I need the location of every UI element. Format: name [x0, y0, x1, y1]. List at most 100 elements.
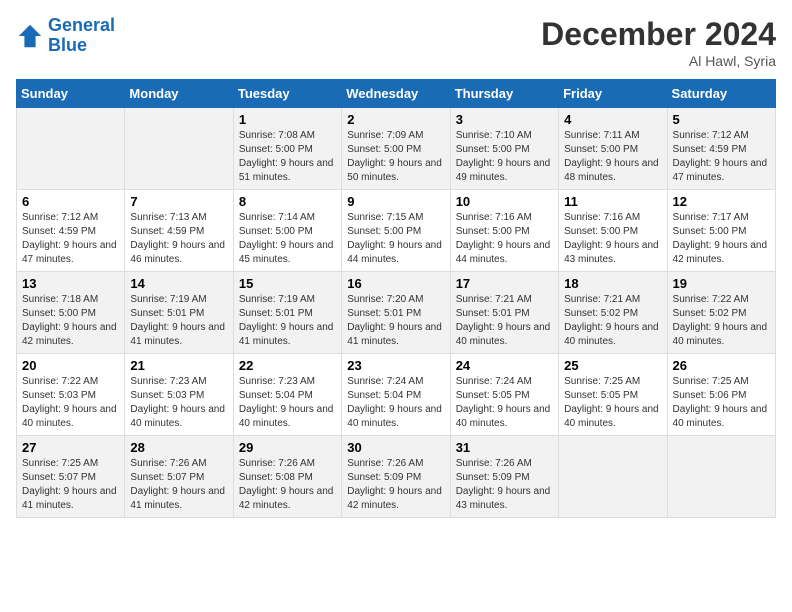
day-number: 31: [456, 440, 553, 455]
calendar-cell: 20 Sunrise: 7:22 AM Sunset: 5:03 PM Dayl…: [17, 354, 125, 436]
calendar-cell: [17, 108, 125, 190]
month-title: December 2024: [541, 16, 776, 53]
day-number: 3: [456, 112, 553, 127]
day-info: Sunrise: 7:26 AM Sunset: 5:07 PM Dayligh…: [130, 457, 227, 513]
day-number: 5: [673, 112, 770, 127]
calendar-cell: 6 Sunrise: 7:12 AM Sunset: 4:59 PM Dayli…: [17, 190, 125, 272]
day-info: Sunrise: 7:26 AM Sunset: 5:09 PM Dayligh…: [347, 457, 444, 513]
day-number: 1: [239, 112, 336, 127]
col-tuesday: Tuesday: [233, 80, 341, 108]
day-info: Sunrise: 7:16 AM Sunset: 5:00 PM Dayligh…: [564, 211, 661, 267]
day-info: Sunrise: 7:13 AM Sunset: 4:59 PM Dayligh…: [130, 211, 227, 267]
day-number: 17: [456, 276, 553, 291]
calendar-cell: 17 Sunrise: 7:21 AM Sunset: 5:01 PM Dayl…: [450, 272, 558, 354]
day-number: 26: [673, 358, 770, 373]
logo-general: General: [48, 15, 115, 35]
calendar-cell: 25 Sunrise: 7:25 AM Sunset: 5:05 PM Dayl…: [559, 354, 667, 436]
page-header: General Blue December 2024 Al Hawl, Syri…: [16, 16, 776, 69]
logo-icon: [16, 22, 44, 50]
col-saturday: Saturday: [667, 80, 775, 108]
day-number: 28: [130, 440, 227, 455]
day-number: 19: [673, 276, 770, 291]
header-row: Sunday Monday Tuesday Wednesday Thursday…: [17, 80, 776, 108]
col-sunday: Sunday: [17, 80, 125, 108]
day-number: 18: [564, 276, 661, 291]
day-number: 13: [22, 276, 119, 291]
day-info: Sunrise: 7:20 AM Sunset: 5:01 PM Dayligh…: [347, 293, 444, 349]
day-number: 24: [456, 358, 553, 373]
day-number: 2: [347, 112, 444, 127]
day-number: 21: [130, 358, 227, 373]
col-friday: Friday: [559, 80, 667, 108]
calendar-cell: 14 Sunrise: 7:19 AM Sunset: 5:01 PM Dayl…: [125, 272, 233, 354]
calendar-cell: 26 Sunrise: 7:25 AM Sunset: 5:06 PM Dayl…: [667, 354, 775, 436]
day-info: Sunrise: 7:08 AM Sunset: 5:00 PM Dayligh…: [239, 129, 336, 185]
logo: General Blue: [16, 16, 115, 56]
day-info: Sunrise: 7:16 AM Sunset: 5:00 PM Dayligh…: [456, 211, 553, 267]
calendar-week-1: 6 Sunrise: 7:12 AM Sunset: 4:59 PM Dayli…: [17, 190, 776, 272]
day-number: 15: [239, 276, 336, 291]
calendar-cell: 2 Sunrise: 7:09 AM Sunset: 5:00 PM Dayli…: [342, 108, 450, 190]
calendar-cell: 9 Sunrise: 7:15 AM Sunset: 5:00 PM Dayli…: [342, 190, 450, 272]
calendar-table: Sunday Monday Tuesday Wednesday Thursday…: [16, 79, 776, 518]
calendar-cell: 5 Sunrise: 7:12 AM Sunset: 4:59 PM Dayli…: [667, 108, 775, 190]
col-thursday: Thursday: [450, 80, 558, 108]
day-number: 4: [564, 112, 661, 127]
day-number: 12: [673, 194, 770, 209]
calendar-cell: 23 Sunrise: 7:24 AM Sunset: 5:04 PM Dayl…: [342, 354, 450, 436]
day-info: Sunrise: 7:25 AM Sunset: 5:07 PM Dayligh…: [22, 457, 119, 513]
day-number: 25: [564, 358, 661, 373]
calendar-cell: 21 Sunrise: 7:23 AM Sunset: 5:03 PM Dayl…: [125, 354, 233, 436]
day-info: Sunrise: 7:22 AM Sunset: 5:03 PM Dayligh…: [22, 375, 119, 431]
day-info: Sunrise: 7:23 AM Sunset: 5:03 PM Dayligh…: [130, 375, 227, 431]
day-info: Sunrise: 7:22 AM Sunset: 5:02 PM Dayligh…: [673, 293, 770, 349]
day-number: 10: [456, 194, 553, 209]
day-info: Sunrise: 7:26 AM Sunset: 5:09 PM Dayligh…: [456, 457, 553, 513]
day-number: 11: [564, 194, 661, 209]
calendar-week-3: 20 Sunrise: 7:22 AM Sunset: 5:03 PM Dayl…: [17, 354, 776, 436]
day-info: Sunrise: 7:26 AM Sunset: 5:08 PM Dayligh…: [239, 457, 336, 513]
day-info: Sunrise: 7:25 AM Sunset: 5:05 PM Dayligh…: [564, 375, 661, 431]
calendar-cell: 11 Sunrise: 7:16 AM Sunset: 5:00 PM Dayl…: [559, 190, 667, 272]
day-info: Sunrise: 7:24 AM Sunset: 5:05 PM Dayligh…: [456, 375, 553, 431]
calendar-cell: 24 Sunrise: 7:24 AM Sunset: 5:05 PM Dayl…: [450, 354, 558, 436]
day-number: 9: [347, 194, 444, 209]
calendar-cell: 8 Sunrise: 7:14 AM Sunset: 5:00 PM Dayli…: [233, 190, 341, 272]
calendar-cell: [559, 436, 667, 518]
calendar-cell: 1 Sunrise: 7:08 AM Sunset: 5:00 PM Dayli…: [233, 108, 341, 190]
day-info: Sunrise: 7:23 AM Sunset: 5:04 PM Dayligh…: [239, 375, 336, 431]
calendar-cell: [667, 436, 775, 518]
day-info: Sunrise: 7:25 AM Sunset: 5:06 PM Dayligh…: [673, 375, 770, 431]
day-info: Sunrise: 7:10 AM Sunset: 5:00 PM Dayligh…: [456, 129, 553, 185]
day-number: 7: [130, 194, 227, 209]
day-info: Sunrise: 7:21 AM Sunset: 5:01 PM Dayligh…: [456, 293, 553, 349]
day-number: 6: [22, 194, 119, 209]
calendar-cell: 3 Sunrise: 7:10 AM Sunset: 5:00 PM Dayli…: [450, 108, 558, 190]
day-number: 23: [347, 358, 444, 373]
calendar-cell: 10 Sunrise: 7:16 AM Sunset: 5:00 PM Dayl…: [450, 190, 558, 272]
day-number: 8: [239, 194, 336, 209]
calendar-week-4: 27 Sunrise: 7:25 AM Sunset: 5:07 PM Dayl…: [17, 436, 776, 518]
day-number: 14: [130, 276, 227, 291]
day-info: Sunrise: 7:19 AM Sunset: 5:01 PM Dayligh…: [130, 293, 227, 349]
calendar-cell: 22 Sunrise: 7:23 AM Sunset: 5:04 PM Dayl…: [233, 354, 341, 436]
day-info: Sunrise: 7:18 AM Sunset: 5:00 PM Dayligh…: [22, 293, 119, 349]
calendar-cell: 27 Sunrise: 7:25 AM Sunset: 5:07 PM Dayl…: [17, 436, 125, 518]
day-info: Sunrise: 7:21 AM Sunset: 5:02 PM Dayligh…: [564, 293, 661, 349]
calendar-cell: 19 Sunrise: 7:22 AM Sunset: 5:02 PM Dayl…: [667, 272, 775, 354]
day-info: Sunrise: 7:11 AM Sunset: 5:00 PM Dayligh…: [564, 129, 661, 185]
day-number: 20: [22, 358, 119, 373]
day-info: Sunrise: 7:19 AM Sunset: 5:01 PM Dayligh…: [239, 293, 336, 349]
calendar-cell: 16 Sunrise: 7:20 AM Sunset: 5:01 PM Dayl…: [342, 272, 450, 354]
calendar-cell: 13 Sunrise: 7:18 AM Sunset: 5:00 PM Dayl…: [17, 272, 125, 354]
day-info: Sunrise: 7:09 AM Sunset: 5:00 PM Dayligh…: [347, 129, 444, 185]
calendar-cell: 7 Sunrise: 7:13 AM Sunset: 4:59 PM Dayli…: [125, 190, 233, 272]
day-info: Sunrise: 7:12 AM Sunset: 4:59 PM Dayligh…: [673, 129, 770, 185]
calendar-week-2: 13 Sunrise: 7:18 AM Sunset: 5:00 PM Dayl…: [17, 272, 776, 354]
day-number: 29: [239, 440, 336, 455]
day-number: 22: [239, 358, 336, 373]
col-wednesday: Wednesday: [342, 80, 450, 108]
day-info: Sunrise: 7:15 AM Sunset: 5:00 PM Dayligh…: [347, 211, 444, 267]
location: Al Hawl, Syria: [541, 53, 776, 69]
calendar-cell: 31 Sunrise: 7:26 AM Sunset: 5:09 PM Dayl…: [450, 436, 558, 518]
